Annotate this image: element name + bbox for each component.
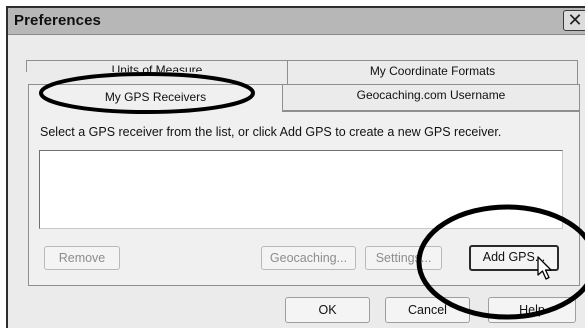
cancel-button[interactable]: Cancel — [385, 297, 470, 323]
help-button[interactable]: Help — [488, 297, 576, 323]
remove-button[interactable]: Remove — [44, 246, 120, 270]
title-bar: Preferences ✕ — [8, 8, 585, 35]
ok-button[interactable]: OK — [285, 297, 370, 323]
window-title: Preferences — [14, 12, 101, 29]
settings-button[interactable]: Settings... — [365, 246, 442, 270]
tab-geocaching-username[interactable]: Geocaching.com Username — [282, 84, 580, 111]
tab-my-coordinate-formats-label: My Coordinate Formats — [369, 64, 496, 78]
preferences-window: Preferences ✕ Units of Measure My Coordi… — [6, 6, 585, 328]
mouse-cursor-icon — [537, 256, 552, 280]
tab-my-gps-receivers[interactable]: My GPS Receivers — [28, 84, 283, 112]
tab-my-gps-receivers-label: My GPS Receivers — [104, 90, 207, 104]
gps-receivers-panel: Select a GPS receiver from the list, or … — [28, 111, 580, 286]
tab-units-of-measure-label: Units of Measure — [111, 63, 203, 72]
tab-units-of-measure[interactable]: Units of Measure — [26, 60, 288, 72]
tab-my-coordinate-formats[interactable]: My Coordinate Formats — [287, 60, 578, 84]
gps-receiver-list[interactable] — [39, 150, 563, 229]
instruction-text: Select a GPS receiver from the list, or … — [40, 125, 502, 139]
geocaching-button[interactable]: Geocaching... — [261, 246, 356, 270]
close-icon: ✕ — [567, 10, 583, 30]
close-button[interactable]: ✕ — [563, 10, 585, 31]
tab-geocaching-username-label: Geocaching.com Username — [356, 88, 506, 102]
